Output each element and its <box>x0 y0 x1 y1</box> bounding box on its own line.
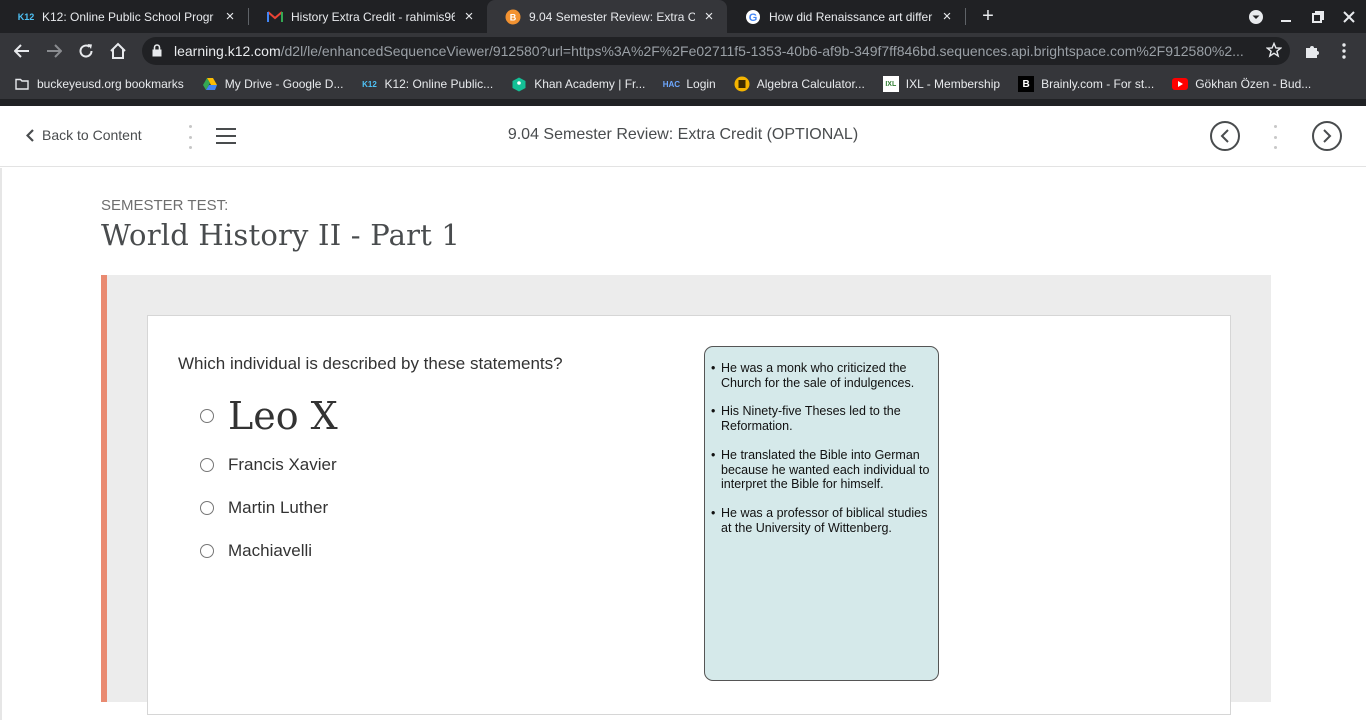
k12-icon: K12 <box>17 11 35 22</box>
browser-tab-strip: K12 K12: Online Public School Progr × Hi… <box>0 0 1366 33</box>
bookmark-item[interactable]: Gökhan Özen - Bud... <box>1172 76 1311 92</box>
bookmark-item[interactable]: IXL IXL - Membership <box>882 76 1001 92</box>
brightspace-icon: B <box>505 9 521 25</box>
new-tab-button[interactable]: + <box>976 4 1000 28</box>
extensions-puzzle-icon[interactable] <box>1298 37 1326 65</box>
tab-title: History Extra Credit - rahimis964 <box>291 9 455 24</box>
bookmark-label: IXL - Membership <box>905 77 1001 91</box>
back-arrow-icon[interactable] <box>8 37 36 65</box>
brainly-icon: B <box>1018 76 1035 92</box>
answer-label: Martin Luther <box>228 498 329 517</box>
bookmark-label: Khan Academy | Fr... <box>534 77 646 91</box>
answer-option[interactable]: Machiavelli <box>200 541 312 561</box>
k12-icon: K12 <box>362 79 377 89</box>
radio-button[interactable] <box>200 458 214 472</box>
calculator-icon <box>734 76 750 92</box>
statement-item: He was a monk who criticized the Church … <box>711 361 932 390</box>
bookmark-label: My Drive - Google D... <box>224 77 344 91</box>
chrome-bottom-edge <box>0 99 1366 106</box>
address-bar[interactable]: learning.k12.com/d2l/le/enhancedSequence… <box>142 37 1290 65</box>
close-icon[interactable]: × <box>222 8 238 25</box>
browser-menu-icon[interactable] <box>1330 37 1358 65</box>
tab-gmail[interactable]: History Extra Credit - rahimis964 × <box>249 0 487 33</box>
bookmark-label: buckeyeusd.org bookmarks <box>37 77 184 91</box>
answer-option[interactable]: Martin Luther <box>200 498 328 518</box>
answer-option[interactable]: Francis Xavier <box>200 455 337 475</box>
content-header: Back to Content 9.04 Semester Review: Ex… <box>0 106 1366 167</box>
google-icon: G <box>745 9 761 25</box>
answer-label: Francis Xavier <box>228 455 337 474</box>
forward-arrow-icon[interactable] <box>40 37 68 65</box>
bookmark-item[interactable]: My Drive - Google D... <box>202 76 344 92</box>
reload-icon[interactable] <box>72 37 100 65</box>
lock-icon[interactable] <box>152 44 162 62</box>
question-text: Which individual is described by these s… <box>178 354 563 373</box>
folder-icon <box>14 76 30 92</box>
bookmark-label: Brainly.com - For st... <box>1041 77 1155 91</box>
gmail-icon <box>267 9 283 25</box>
tab-k12[interactable]: K12 K12: Online Public School Progr × <box>0 0 248 33</box>
section-kicker: SEMESTER TEST: <box>101 197 229 214</box>
answer-option[interactable]: Leo X <box>200 394 338 438</box>
statement-item: He was a professor of biblical studies a… <box>711 506 932 535</box>
chevron-left-icon <box>1220 129 1229 143</box>
radio-button[interactable] <box>200 544 214 558</box>
page-title: 9.04 Semester Review: Extra Credit (OPTI… <box>507 126 859 143</box>
restore-icon[interactable] <box>1303 0 1333 33</box>
bookmark-label: Gökhan Özen - Bud... <box>1195 77 1312 91</box>
bookmark-item[interactable]: buckeyeusd.org bookmarks <box>14 76 184 92</box>
main-content: SEMESTER TEST: World History II - Part 1… <box>0 168 1366 720</box>
statement-item: He translated the Bible into German beca… <box>711 448 932 492</box>
drive-icon <box>202 76 218 92</box>
khan-icon <box>511 76 527 92</box>
close-icon[interactable]: × <box>461 8 477 25</box>
browser-toolbar: learning.k12.com/d2l/le/enhancedSequence… <box>0 33 1366 69</box>
tab-title: K12: Online Public School Progr <box>42 9 214 24</box>
window-close-icon[interactable] <box>1334 0 1364 33</box>
home-icon[interactable] <box>104 37 132 65</box>
bookmark-star-icon[interactable] <box>1265 41 1283 63</box>
chevron-right-icon <box>1323 129 1332 143</box>
tab-separator <box>965 8 966 25</box>
answer-label: Leo X <box>228 394 338 438</box>
tab-google-search[interactable]: G How did Renaissance art differ fr × <box>727 0 965 33</box>
next-button[interactable] <box>1312 121 1342 151</box>
minimize-icon[interactable] <box>1271 0 1301 33</box>
close-icon[interactable]: × <box>701 8 717 25</box>
bookmark-label: Algebra Calculator... <box>756 77 865 91</box>
hac-icon: HAC <box>662 79 681 89</box>
url-text: learning.k12.com/d2l/le/enhancedSequence… <box>174 43 1264 59</box>
radio-button[interactable] <box>200 501 214 515</box>
divider-dots <box>1274 125 1278 149</box>
bookmarks-bar: buckeyeusd.org bookmarks My Drive - Goog… <box>0 69 1366 99</box>
bookmark-item[interactable]: B Brainly.com - For st... <box>1018 76 1154 92</box>
tab-title: How did Renaissance art differ fr <box>769 9 933 24</box>
radio-button[interactable] <box>200 409 214 423</box>
previous-button[interactable] <box>1210 121 1240 151</box>
tab-title: 9.04 Semester Review: Extra Cre <box>529 9 695 24</box>
statements-box: He was a monk who criticized the Church … <box>704 346 939 681</box>
svg-text:B: B <box>510 12 517 22</box>
bookmark-item[interactable]: K12 K12: Online Public... <box>361 76 493 92</box>
url-host: learning.k12.com <box>174 43 281 59</box>
bookmark-label: Login <box>686 77 716 91</box>
bookmark-item[interactable]: HAC Login <box>662 76 716 92</box>
test-heading: World History II - Part 1 <box>101 218 461 252</box>
svg-text:G: G <box>749 12 758 24</box>
answer-label: Machiavelli <box>228 541 313 560</box>
ixl-icon: IXL <box>882 76 899 92</box>
tab-search-icon[interactable] <box>1241 0 1271 33</box>
youtube-icon <box>1172 76 1189 92</box>
question-card: Which individual is described by these s… <box>147 315 1231 715</box>
tab-semester-review[interactable]: B 9.04 Semester Review: Extra Cre × <box>487 0 727 33</box>
url-path: /d2l/le/enhancedSequenceViewer/912580?ur… <box>280 43 1244 59</box>
statements-list: He was a monk who criticized the Church … <box>711 361 932 535</box>
bookmark-item[interactable]: Algebra Calculator... <box>734 76 865 92</box>
bookmark-label: K12: Online Public... <box>384 77 494 91</box>
bookmark-item[interactable]: Khan Academy | Fr... <box>511 76 645 92</box>
statement-item: His Ninety-five Theses led to the Reform… <box>711 404 932 433</box>
close-icon[interactable]: × <box>939 8 955 25</box>
question-panel: Which individual is described by these s… <box>101 275 1271 715</box>
